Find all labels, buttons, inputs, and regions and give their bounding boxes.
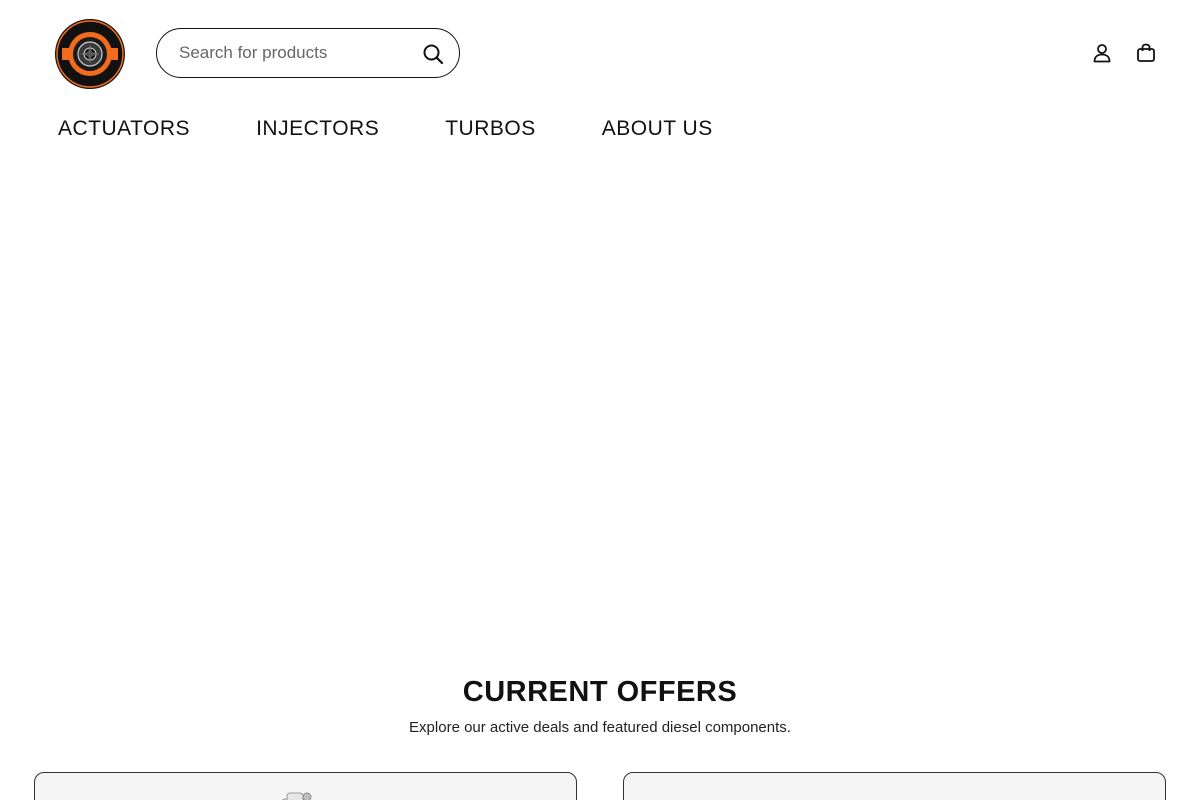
nav-item-injectors[interactable]: INJECTORS xyxy=(256,114,379,144)
cart-icon[interactable] xyxy=(1135,42,1157,64)
offer-card[interactable] xyxy=(34,772,577,800)
nav-item-about-us[interactable]: ABOUT US xyxy=(602,114,713,144)
search-input[interactable] xyxy=(179,29,419,77)
search-icon[interactable] xyxy=(421,42,445,66)
offers-title: CURRENT OFFERS xyxy=(462,676,738,708)
account-icon[interactable] xyxy=(1091,42,1113,64)
nav-item-turbos[interactable]: TURBOS xyxy=(445,114,536,144)
actuator-product-image xyxy=(281,792,312,800)
offers-subtitle: Explore our active deals and featured di… xyxy=(409,719,791,736)
turbo-logo-icon[interactable] xyxy=(54,18,126,90)
main-nav: ACTUATORS INJECTORS TURBOS ABOUT US xyxy=(58,114,713,144)
hero-banner xyxy=(0,160,1200,640)
page: ACTUATORS INJECTORS TURBOS ABOUT US CURR… xyxy=(0,0,1200,800)
nav-item-actuators[interactable]: ACTUATORS xyxy=(58,114,190,144)
site-header xyxy=(0,0,1200,100)
search-bar xyxy=(156,28,460,78)
offer-card[interactable] xyxy=(623,772,1166,800)
